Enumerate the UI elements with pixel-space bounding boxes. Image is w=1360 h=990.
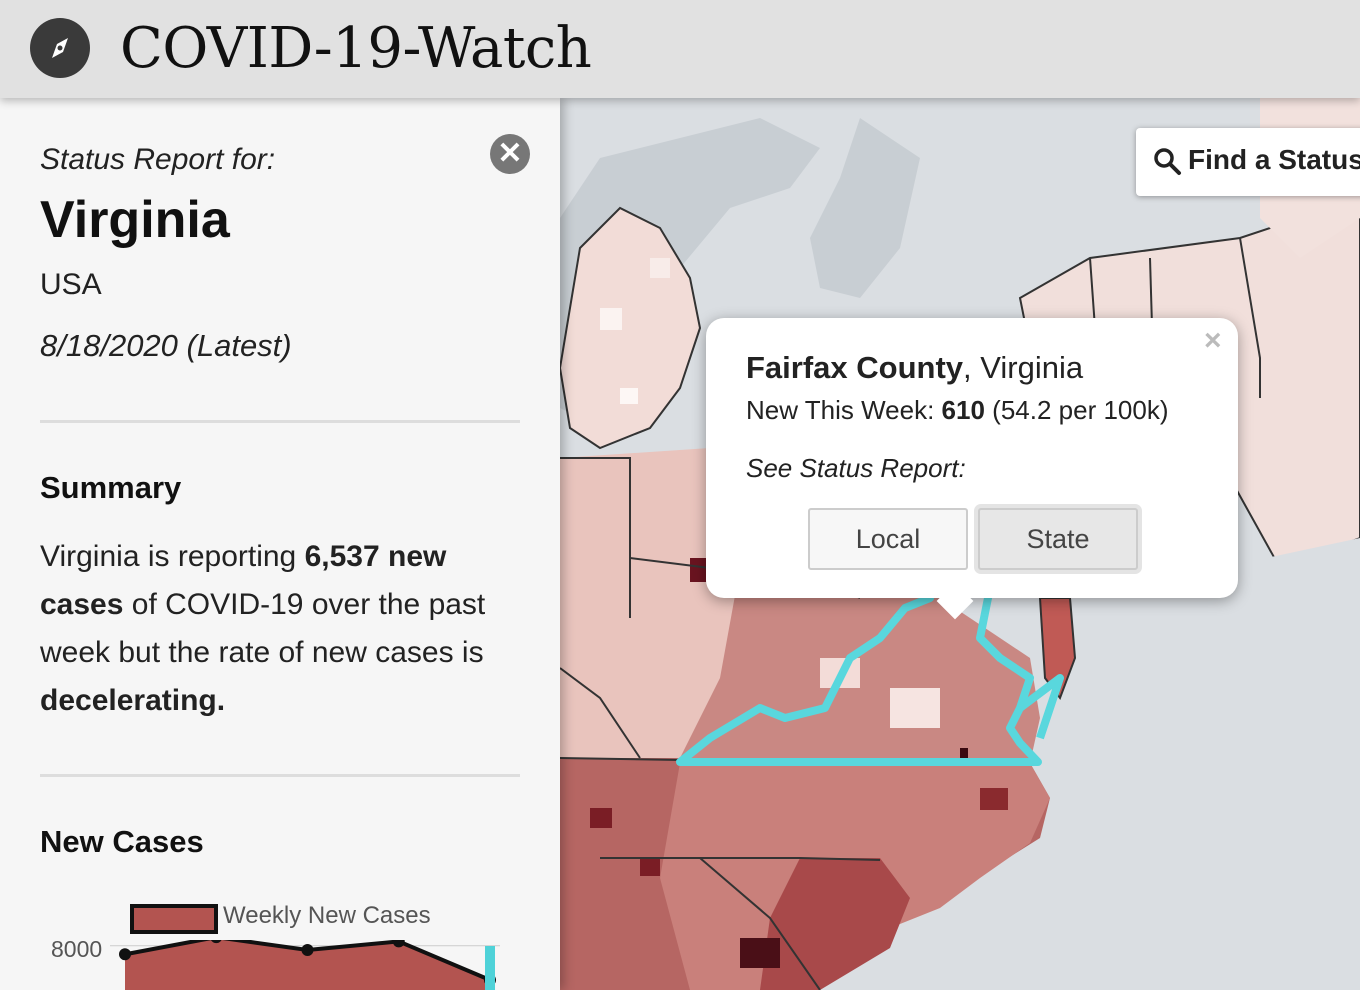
county-popup: × Fairfax County, Virginia New This Week… [706,318,1238,620]
chart-point[interactable] [301,944,314,956]
region-name: Virginia [40,191,230,249]
popup-see-report-label: See Status Report: [746,453,966,483]
legend-label: Weekly New Cases [223,902,431,929]
top-bar: COVID-19-Watch [0,0,1360,98]
local-report-button[interactable]: Local [808,508,968,570]
divider [40,774,520,777]
chart-point[interactable] [119,948,131,961]
new-week-label: New This Week: [746,395,942,425]
summary-text: Virginia is reporting 6,537 new cases of… [40,533,525,725]
popup-title: Fairfax County, Virginia [746,350,1083,386]
find-status-button[interactable]: Find a Status [1136,128,1360,196]
compass-icon[interactable] [30,18,90,78]
close-panel-button[interactable]: ✕ [490,134,530,174]
report-date: 8/18/2020 (Latest) [40,328,292,363]
close-icon: ✕ [497,137,523,170]
find-status-label: Find a Status [1188,144,1360,175]
state-name: , Virginia [963,350,1084,385]
divider [40,420,520,423]
summary-heading: Summary [40,470,182,505]
popup-new-this-week: New This Week: 610 (54.2 per 100k) [746,395,1169,426]
status-report-panel: Status Report for: ✕ Virginia USA 8/18/2… [0,98,560,990]
state-report-button[interactable]: State [978,508,1138,570]
status-report-label: Status Report for: [40,143,276,176]
popup-close-button[interactable]: × [1204,324,1222,358]
chart-highlight [485,946,495,990]
summary-part: Virginia is reporting [40,540,305,573]
county-name: Fairfax County [746,350,964,385]
new-cases-heading: New Cases [40,824,204,859]
new-week-rate: (54.2 per 100k) [984,395,1169,425]
legend-swatch [130,904,218,934]
app-title: COVID-19-Watch [120,16,592,81]
summary-trend: decelerating. [40,684,226,717]
search-icon [1154,148,1181,175]
lake-huron [810,118,920,298]
new-week-value: 610 [941,395,985,425]
new-cases-chart [110,940,500,990]
country-name: USA [40,268,102,301]
